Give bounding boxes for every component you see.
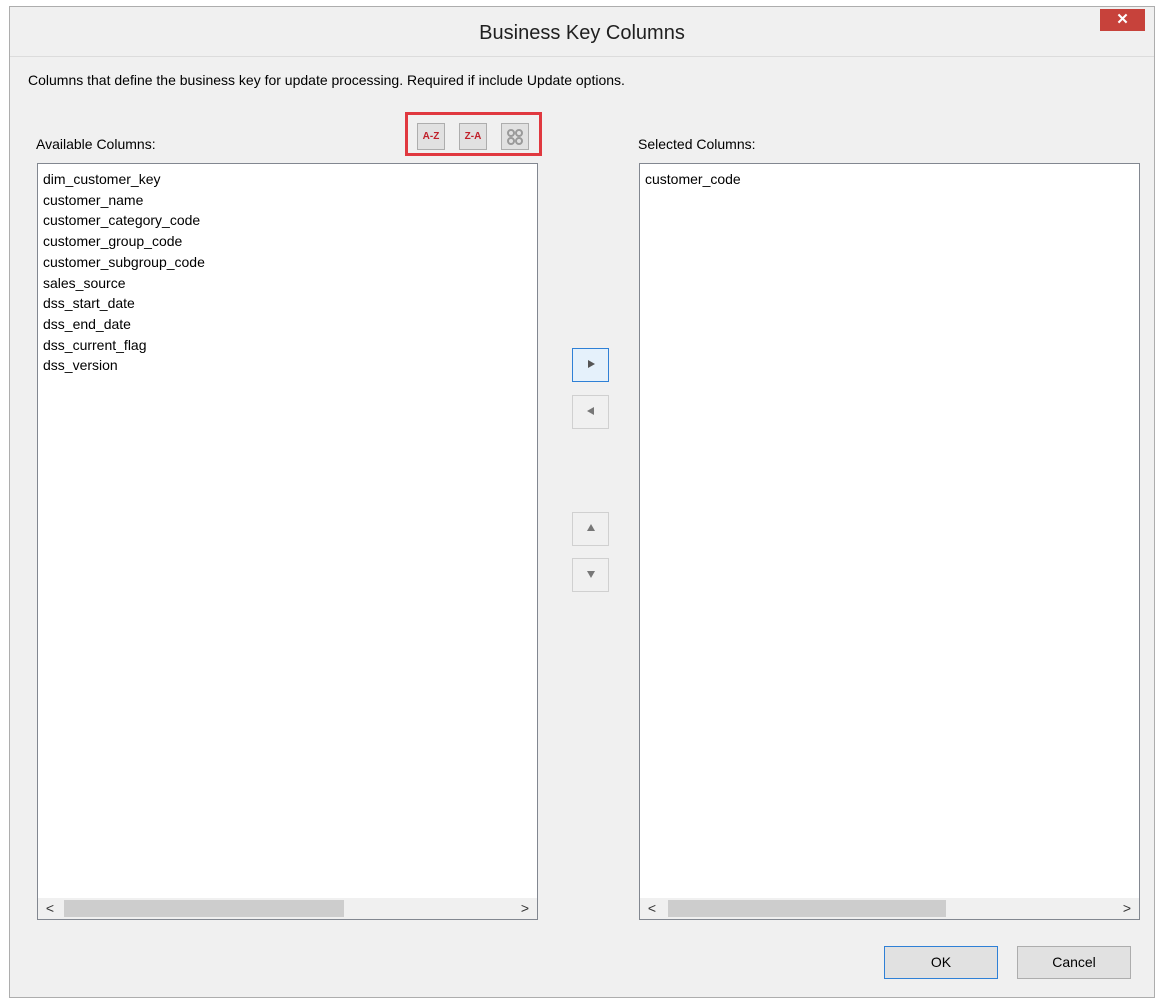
list-item[interactable]: customer_name xyxy=(43,190,205,211)
description-text: Columns that define the business key for… xyxy=(28,72,625,88)
scroll-thumb[interactable] xyxy=(668,900,946,917)
scroll-right-button[interactable]: > xyxy=(515,898,535,919)
list-item[interactable]: dss_end_date xyxy=(43,314,205,335)
list-item[interactable]: sales_source xyxy=(43,273,205,294)
list-item[interactable]: dss_current_flag xyxy=(43,335,205,356)
move-up-button[interactable] xyxy=(572,512,609,546)
list-item[interactable]: customer_group_code xyxy=(43,231,205,252)
title-bar: Business Key Columns ✕ xyxy=(10,7,1154,57)
list-item[interactable]: customer_code xyxy=(645,169,741,190)
sort-az-button[interactable]: A-Z xyxy=(417,123,445,150)
sort-za-button[interactable]: Z-A xyxy=(459,123,487,150)
selected-columns-label: Selected Columns: xyxy=(638,136,756,152)
close-button[interactable]: ✕ xyxy=(1100,9,1145,31)
selected-columns-list[interactable]: customer_code < > xyxy=(639,163,1140,920)
list-item[interactable]: customer_subgroup_code xyxy=(43,252,205,273)
ok-button[interactable]: OK xyxy=(884,946,998,979)
list-item[interactable]: customer_category_code xyxy=(43,210,205,231)
selected-items: customer_code xyxy=(645,169,741,190)
available-hscrollbar[interactable]: < > xyxy=(38,898,537,919)
triangle-down-icon xyxy=(586,571,595,578)
triangle-up-icon xyxy=(586,524,595,531)
available-columns-label: Available Columns: xyxy=(36,136,156,152)
dialog-title: Business Key Columns xyxy=(479,22,685,44)
scroll-left-button[interactable]: < xyxy=(40,898,60,919)
available-columns-list[interactable]: dim_customer_key customer_name customer_ca… xyxy=(37,163,538,920)
scroll-thumb[interactable] xyxy=(64,900,344,917)
add-column-button[interactable] xyxy=(572,348,609,382)
list-item[interactable]: dss_start_date xyxy=(43,293,205,314)
cancel-button[interactable]: Cancel xyxy=(1017,946,1131,979)
list-item[interactable]: dim_customer_key xyxy=(43,169,205,190)
shuffle-icon xyxy=(507,129,523,145)
sort-buttons-highlight: A-Z Z-A xyxy=(405,112,542,156)
scroll-right-button[interactable]: > xyxy=(1117,898,1137,919)
custom-sort-button[interactable] xyxy=(501,123,529,150)
scroll-left-button[interactable]: < xyxy=(642,898,662,919)
list-item[interactable]: dss_version xyxy=(43,355,205,376)
move-down-button[interactable] xyxy=(572,558,609,592)
triangle-left-icon xyxy=(586,407,594,415)
remove-column-button[interactable] xyxy=(572,395,609,429)
triangle-right-icon xyxy=(587,360,595,368)
selected-hscrollbar[interactable]: < > xyxy=(640,898,1139,919)
available-items: dim_customer_key customer_name customer_ca… xyxy=(43,169,205,376)
